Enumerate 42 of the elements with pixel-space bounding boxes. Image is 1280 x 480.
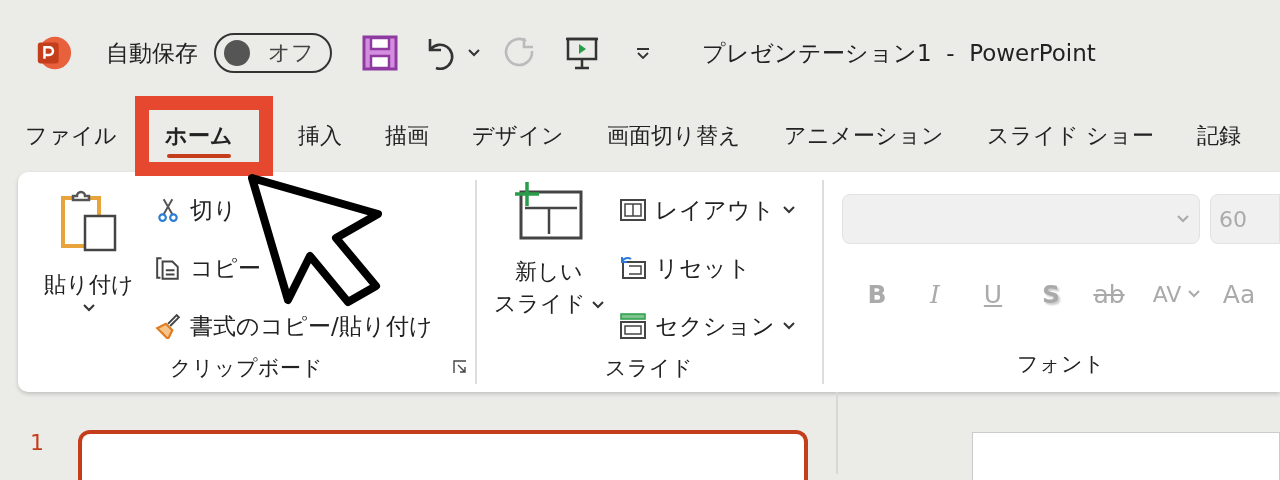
chevron-down-icon — [1177, 215, 1189, 223]
copy-icon — [154, 255, 182, 281]
ribbon-tab[interactable]: アニメーション — [759, 110, 962, 162]
ribbon-tab[interactable]: デザイン — [447, 110, 582, 162]
chevron-down-icon — [591, 300, 604, 309]
paintbrush-icon — [154, 313, 182, 339]
window-title: プレゼンテーション1 - PowerPoint — [702, 38, 1096, 68]
section-icon — [618, 313, 647, 339]
chevron-down-icon — [83, 304, 95, 312]
ribbon-button[interactable]: セクション — [618, 300, 795, 352]
chevron-down-icon — [782, 322, 795, 330]
ribbon-tab[interactable]: 画面切り替え — [582, 110, 759, 162]
ribbon-tab[interactable]: 描画 — [360, 110, 447, 162]
customize-icon[interactable] — [636, 47, 650, 59]
ribbon-button[interactable]: リセット — [618, 242, 795, 294]
slide-thumbnail[interactable] — [78, 430, 808, 480]
ribbon-tab[interactable]: ホーム — [147, 110, 251, 162]
group-label: スライド — [605, 355, 694, 382]
ribbon-tab[interactable]: ファイル — [0, 110, 135, 162]
presentation-icon[interactable] — [564, 35, 600, 71]
ribbon-button[interactable]: 切り — [154, 184, 433, 236]
new-slide-icon — [512, 182, 585, 242]
group-label: クリップボード — [169, 355, 323, 382]
ribbon-tab[interactable]: 記録 — [1172, 110, 1259, 162]
autosave-toggle[interactable]: オフ — [214, 33, 332, 73]
ribbon-button[interactable]: レイアウト — [618, 184, 795, 236]
new-slide-button[interactable]: 新しい スライド — [488, 182, 609, 352]
chevron-down-icon — [1188, 290, 1200, 298]
save-icon[interactable] — [362, 35, 398, 71]
autosave-label: 自動保存 — [106, 38, 198, 68]
dialog-launcher-icon[interactable] — [452, 360, 467, 374]
layout-icon — [618, 197, 647, 223]
ribbon-tab[interactable]: スライド ショー — [962, 110, 1172, 162]
ribbon-tab[interactable]: 挿入 — [273, 110, 360, 162]
chevron-down-icon — [782, 206, 795, 214]
ribbon-button[interactable]: 書式のコピー/貼り付け — [154, 300, 433, 352]
chevron-down-icon[interactable] — [468, 49, 480, 57]
paste-button[interactable]: 貼り付け — [34, 190, 144, 352]
group-label: フォント — [1017, 351, 1105, 378]
ribbon-button[interactable]: コピー — [154, 242, 433, 294]
slide-number: 1 — [29, 430, 45, 457]
reset-icon — [618, 255, 647, 281]
